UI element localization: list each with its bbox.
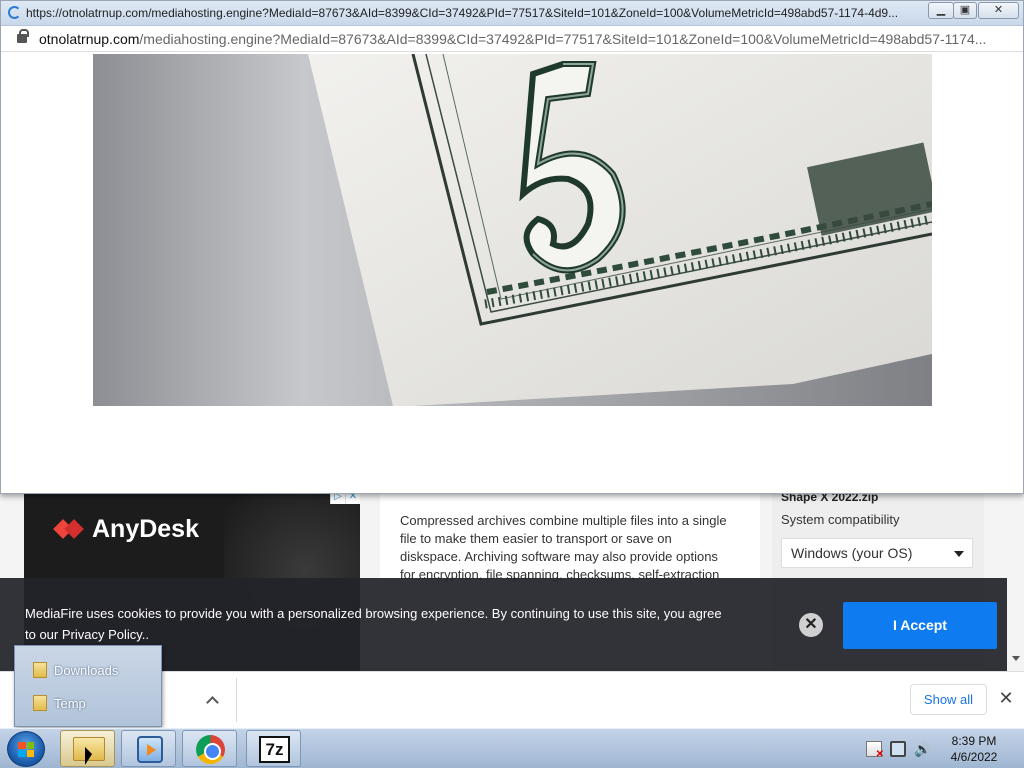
jump-list-label: Temp [54,695,86,711]
chrome-icon [196,735,225,764]
taskbar-media-player-button[interactable] [121,730,176,767]
minimize-button[interactable]: ▁ [928,2,954,19]
taskbar-7zip-button[interactable]: 7z [246,730,301,767]
explorer-jump-list: Downloads Temp [14,645,162,727]
taskbar: 7z 🔊 8:39 PM 4/6/2022 [0,728,1024,768]
address-url[interactable]: otnolatrnup.com/mediahosting.engine?Medi… [39,31,1009,47]
url-path: /mediahosting.engine?MediaId=87673&AId=8… [139,31,987,47]
banknote-ad-image[interactable] [93,54,932,406]
show-all-button[interactable]: Show all [910,684,987,715]
volume-icon[interactable]: 🔊 [914,741,931,757]
chevron-up-icon[interactable] [200,688,224,712]
network-icon[interactable] [890,741,906,757]
cookie-close-button[interactable]: ✕ [799,613,823,637]
taskbar-chrome-button[interactable] [182,730,237,767]
anydesk-logo-icon [54,514,84,544]
popup-title: https://otnolatrnup.com/mediahosting.eng… [26,6,899,20]
scroll-down-icon[interactable] [1012,656,1020,661]
windows-logo-icon [18,742,34,757]
jump-list-item-temp[interactable]: Temp [33,692,86,714]
ad-brand: AnyDesk [54,514,199,544]
clock-date: 4/6/2022 [950,750,998,764]
url-host: otnolatrnup.com [39,31,140,47]
folder-icon [33,695,47,711]
close-icon: ✕ [804,616,818,633]
popup-window: https://otnolatrnup.com/mediahosting.eng… [0,0,1024,494]
lock-icon [17,29,29,43]
shelf-divider [236,678,237,722]
address-bar[interactable]: otnolatrnup.com/mediahosting.engine?Medi… [1,26,1023,52]
os-select-value: Windows (your OS) [791,545,913,561]
accept-cookies-button[interactable]: I Accept [843,602,997,649]
action-center-flag-icon[interactable] [866,741,884,760]
jump-list-label: Downloads [54,662,119,678]
maximize-button[interactable]: ▣ [953,2,977,19]
folder-icon [33,662,47,678]
loading-spinner-icon [8,6,21,19]
popup-titlebar[interactable]: https://otnolatrnup.com/mediahosting.eng… [1,1,1023,26]
7zip-icon: 7z [259,736,290,763]
compat-label: System compatibility [781,512,900,527]
file-description: Compressed archives combine multiple fil… [400,513,727,582]
cookie-message: MediaFire uses cookies to provide you wi… [25,606,722,642]
jump-list-item-downloads[interactable]: Downloads [33,659,118,681]
clock-time: 8:39 PM [951,734,997,748]
start-button[interactable] [7,731,45,767]
os-select[interactable]: Windows (your OS) [781,538,973,568]
caret-down-icon [954,551,964,557]
banknote-illustration [308,54,932,406]
shelf-close-icon[interactable]: ✕ [996,688,1016,708]
system-tray: 🔊 [866,741,931,760]
clock[interactable]: 8:39 PM 4/6/2022 [944,733,1004,765]
media-player-icon [137,736,163,763]
mouse-cursor-icon [85,747,92,765]
ad-brand-label: AnyDesk [92,514,199,543]
window-close-button[interactable]: ✕ [978,2,1019,19]
